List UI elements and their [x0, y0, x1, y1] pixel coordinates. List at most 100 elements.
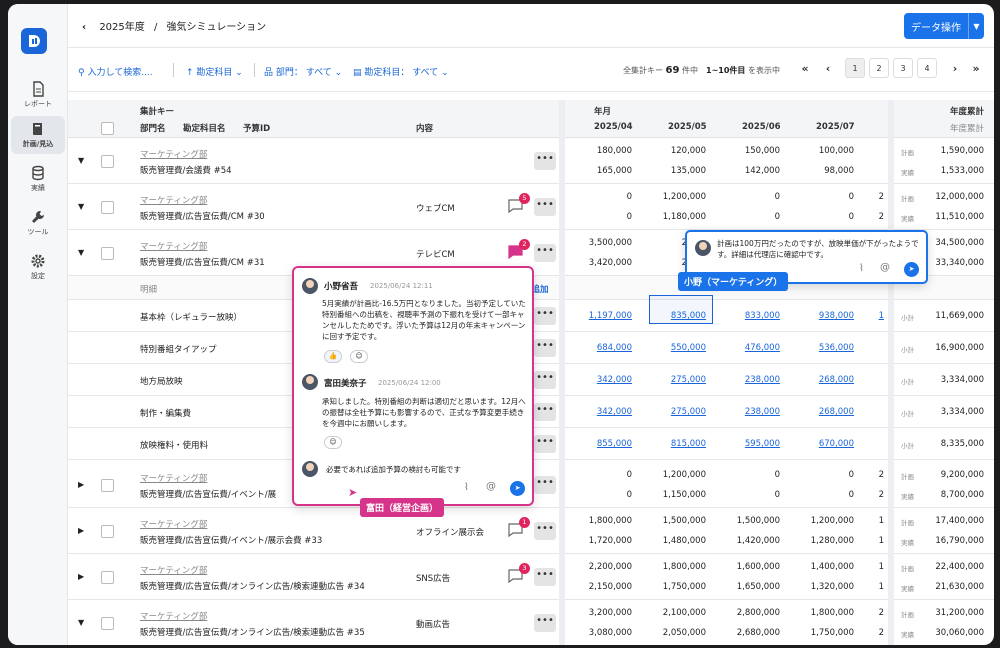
more-options-button[interactable]: •••	[534, 339, 556, 357]
detail-cell[interactable]: 476,000	[716, 343, 780, 353]
actual-cell[interactable]: 2,150,000	[568, 582, 632, 592]
plan-cell-partial[interactable]: 2	[820, 470, 884, 480]
sidebar-item-report[interactable]: レポート	[11, 76, 65, 114]
actual-cell[interactable]: 1,420,000	[716, 536, 780, 546]
plan-cell[interactable]: 2,800,000	[716, 608, 780, 618]
select-all-checkbox[interactable]	[101, 122, 114, 135]
actual-cell[interactable]: 2,680,000	[716, 628, 780, 638]
chevron-down-icon[interactable]: ▼	[968, 13, 984, 39]
actual-cell[interactable]: 0	[568, 490, 632, 500]
detail-cell[interactable]: 1,197,000	[568, 311, 632, 321]
last-page-button[interactable]: »	[966, 58, 986, 78]
page-3-button[interactable]: 3	[893, 58, 913, 78]
actual-cell[interactable]: 1,150,000	[642, 490, 706, 500]
plan-cell[interactable]: 2,200,000	[568, 562, 632, 572]
plan-cell[interactable]: 0	[568, 470, 632, 480]
detail-cell[interactable]: 684,000	[568, 343, 632, 353]
plan-cell[interactable]: 100,000	[790, 146, 854, 156]
actual-cell[interactable]: 0	[568, 212, 632, 222]
more-options-button[interactable]: •••	[534, 522, 556, 540]
plan-cell-partial[interactable]: 2	[820, 192, 884, 202]
row-checkbox[interactable]	[101, 155, 114, 168]
plan-cell[interactable]: 1,500,000	[642, 516, 706, 526]
actual-cell-partial[interactable]: 2	[820, 212, 884, 222]
more-options-button[interactable]: •••	[534, 614, 556, 632]
dept-filter[interactable]: 品 部門： すべて ⌄	[264, 65, 342, 78]
page-2-button[interactable]: 2	[869, 58, 889, 78]
detail-cell[interactable]: 238,000	[716, 407, 780, 417]
detail-cell[interactable]: 550,000	[642, 343, 706, 353]
dept-link[interactable]: マーケティング部	[140, 564, 207, 576]
row-checkbox[interactable]	[101, 617, 114, 630]
detail-cell[interactable]: 238,000	[716, 375, 780, 385]
paperclip-icon[interactable]: ⌇	[464, 482, 469, 493]
actual-cell[interactable]: 3,080,000	[568, 628, 632, 638]
sidebar-item-actual[interactable]: 実績	[11, 160, 65, 198]
plan-cell[interactable]: 150,000	[716, 146, 780, 156]
actual-cell[interactable]: 1,720,000	[568, 536, 632, 546]
detail-cell[interactable]: 342,000	[568, 375, 632, 385]
paperclip-icon[interactable]: ⌇	[859, 263, 864, 274]
row-checkbox[interactable]	[101, 479, 114, 492]
expand-toggle-icon[interactable]: ▶	[78, 480, 84, 489]
actual-cell[interactable]: 0	[716, 212, 780, 222]
plan-cell-partial[interactable]: 1	[820, 516, 884, 526]
more-options-button[interactable]: •••	[534, 403, 556, 421]
detail-cell[interactable]: 342,000	[568, 407, 632, 417]
next-page-button[interactable]: ›	[945, 58, 965, 78]
breadcrumb-year[interactable]: 2025年度	[99, 22, 144, 33]
actual-cell[interactable]: 1,750,000	[642, 582, 706, 592]
detail-cell[interactable]: 275,000	[642, 375, 706, 385]
mention-icon[interactable]: @	[880, 262, 890, 273]
reply-input[interactable]: 必要であれば追加予算の検討も可能です	[326, 464, 486, 475]
detail-cell[interactable]: 268,000	[790, 375, 854, 385]
more-options-button[interactable]: •••	[534, 476, 556, 494]
prev-page-button[interactable]: ‹	[818, 58, 838, 78]
actual-cell[interactable]: 3,420,000	[568, 258, 632, 268]
dept-link[interactable]: マーケティング部	[140, 518, 207, 530]
more-options-button[interactable]: •••	[534, 198, 556, 216]
actual-cell-partial[interactable]: 2	[820, 628, 884, 638]
actual-cell[interactable]: 0	[716, 490, 780, 500]
actual-cell-partial[interactable]: 1	[820, 582, 884, 592]
actual-cell[interactable]: 135,000	[642, 166, 706, 176]
plan-cell[interactable]: 0	[568, 192, 632, 202]
expand-toggle-icon[interactable]: ▼	[78, 618, 84, 627]
plan-cell-partial[interactable]: 1	[820, 562, 884, 572]
plan-cell[interactable]: 1,500,000	[716, 516, 780, 526]
plan-cell[interactable]: 1,800,000	[642, 562, 706, 572]
sidebar-item-tools[interactable]: ツール	[11, 204, 65, 242]
back-button[interactable]: ‹	[82, 22, 86, 33]
detail-cell[interactable]: 855,000	[568, 439, 632, 449]
more-options-button[interactable]: •••	[534, 307, 556, 325]
detail-cell[interactable]: 595,000	[716, 439, 780, 449]
expand-toggle-icon[interactable]: ▼	[78, 248, 84, 257]
add-reaction-icon[interactable]: ☺	[324, 436, 342, 449]
row-checkbox[interactable]	[101, 525, 114, 538]
plan-cell[interactable]: 0	[716, 470, 780, 480]
plan-cell-partial[interactable]: 2	[820, 608, 884, 618]
actual-cell-partial[interactable]: 2	[820, 490, 884, 500]
add-reaction-icon[interactable]: ☺	[350, 350, 368, 363]
detail-cell[interactable]: 815,000	[642, 439, 706, 449]
actual-cell[interactable]: 1,650,000	[716, 582, 780, 592]
expand-toggle-icon[interactable]: ▼	[78, 156, 84, 165]
row-checkbox[interactable]	[101, 201, 114, 214]
plan-cell[interactable]: 180,000	[568, 146, 632, 156]
app-logo[interactable]	[21, 28, 47, 54]
send-button[interactable]: ➤	[904, 262, 919, 277]
detail-cell[interactable]: 275,000	[642, 407, 706, 417]
sidebar-item-plan[interactable]: 計画/見込	[11, 116, 65, 154]
actual-cell[interactable]: 1,180,000	[642, 212, 706, 222]
acct-filter[interactable]: ▤ 勘定科目： すべて ⌄	[353, 65, 449, 78]
page-1-button[interactable]: 1	[845, 58, 865, 78]
actual-cell[interactable]: 1,480,000	[642, 536, 706, 546]
plan-cell[interactable]: 0	[716, 192, 780, 202]
mention-icon[interactable]: @	[486, 481, 496, 492]
actual-cell[interactable]: 98,000	[790, 166, 854, 176]
search-input[interactable]: ⚲ 入力して検索....	[78, 65, 153, 78]
more-options-button[interactable]: •••	[534, 371, 556, 389]
expand-toggle-icon[interactable]: ▶	[78, 526, 84, 535]
more-options-button[interactable]: •••	[534, 244, 556, 262]
row-checkbox[interactable]	[101, 571, 114, 584]
